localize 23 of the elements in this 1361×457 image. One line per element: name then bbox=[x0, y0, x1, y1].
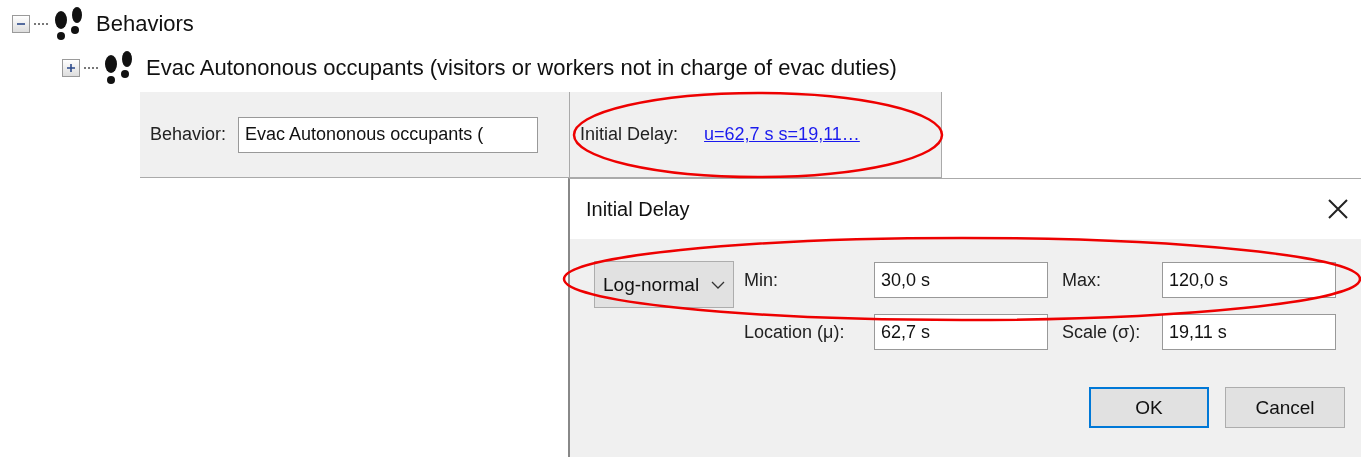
dialog-button[interactable]: Cancel bbox=[1225, 387, 1345, 428]
dialog-title: Initial Delay bbox=[586, 197, 690, 221]
tree-node-label[interactable]: Evac Autononous occupants (visitors or workers not in charge of evac duties) bbox=[146, 55, 897, 81]
expand-toggle[interactable] bbox=[62, 59, 80, 77]
field-label: Max: bbox=[1062, 269, 1102, 291]
behavior-field[interactable]: Evac Autononous occupants ( bbox=[238, 116, 539, 153]
value-field[interactable]: 120,0 s bbox=[1162, 262, 1336, 298]
initial-delay-label: Initial Delay: bbox=[580, 124, 679, 145]
field-label: Scale (σ): bbox=[1062, 321, 1142, 343]
chevron-down-icon bbox=[711, 280, 725, 289]
value-field[interactable]: 19,11 s bbox=[1162, 314, 1336, 350]
field-label: Min: bbox=[744, 269, 779, 291]
value-field[interactable]: 62,7 s bbox=[874, 314, 1048, 350]
distribution-dropdown[interactable]: Log-normal bbox=[594, 261, 734, 308]
value-field[interactable]: 30,0 s bbox=[874, 262, 1048, 298]
tree-node-label[interactable]: Behaviors bbox=[96, 11, 194, 37]
plus-icon bbox=[66, 63, 76, 73]
close-icon[interactable] bbox=[1327, 198, 1349, 220]
dialog-button[interactable]: OK bbox=[1089, 387, 1209, 428]
behavior-label: Behavior: bbox=[150, 124, 227, 145]
field-label: Location (μ): bbox=[744, 321, 846, 343]
collapse-toggle[interactable] bbox=[12, 15, 30, 33]
initial-delay-link[interactable]: u=62,7 s s=19,11… bbox=[704, 124, 860, 145]
